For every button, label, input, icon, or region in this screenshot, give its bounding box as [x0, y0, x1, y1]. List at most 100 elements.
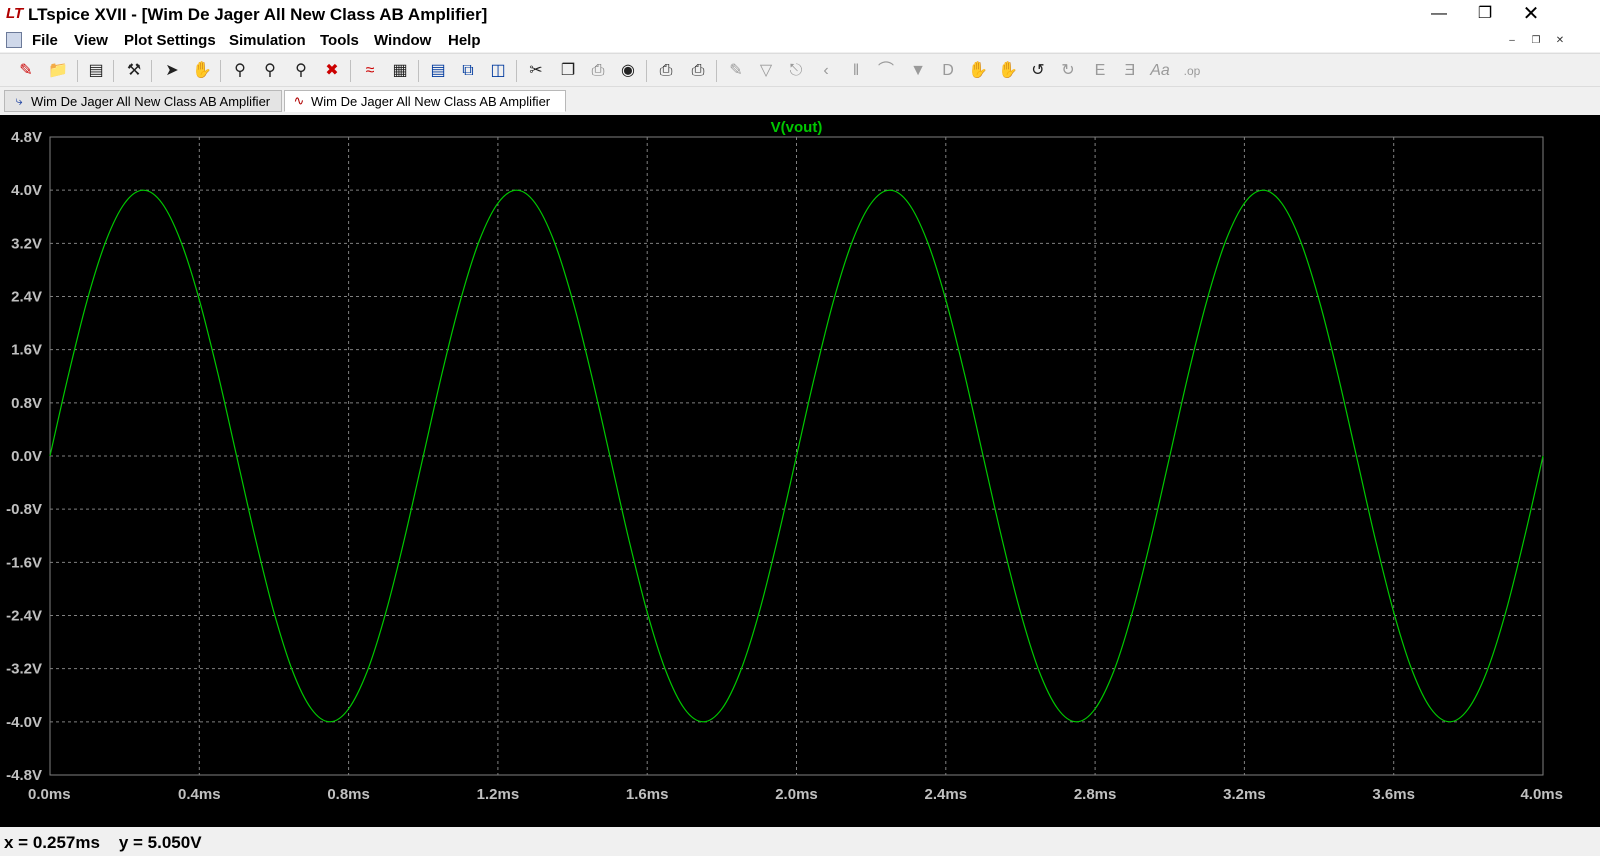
y-tick-label: -3.2V	[6, 661, 42, 678]
window-title: LTspice XVII - [Wim De Jager All New Cla…	[28, 5, 488, 24]
halt-icon[interactable]: ✋	[190, 59, 214, 83]
toolbar-separator	[646, 60, 647, 82]
x-tick-label: 0.0ms	[28, 786, 71, 803]
toolbar-separator	[77, 60, 78, 82]
mdi-restore-button[interactable]: ❐	[1526, 33, 1546, 49]
y-tick-label: 1.6V	[11, 342, 42, 359]
x-tick-label: 3.6ms	[1372, 786, 1415, 803]
menu-file[interactable]: File	[32, 32, 58, 50]
text-icon[interactable]: Aa	[1148, 59, 1172, 83]
x-tick-label: 2.0ms	[775, 786, 818, 803]
toolbar: ✎ 📁 ▤ ⚒ ➤ ✋ ⚲ ⚲ ⚲ ✖ ≈ ▦ ▤ ⧉ ◫ ✂ ❐ ⎙ ◉ ⎙ …	[0, 53, 1600, 87]
toolbar-separator	[418, 60, 419, 82]
toolbar-separator	[516, 60, 517, 82]
tile-horizontal-icon[interactable]: ▤	[426, 59, 450, 83]
title-bar: LT LTspice XVII - [Wim De Jager All New …	[0, 0, 1600, 30]
redo-icon[interactable]: ↻	[1056, 59, 1080, 83]
cut-icon[interactable]: ✂	[524, 59, 548, 83]
menu-view[interactable]: View	[74, 32, 108, 50]
label-icon[interactable]: ⎋	[784, 59, 808, 83]
mirror-icon[interactable]: Ǝ	[1118, 59, 1142, 83]
waveform-plot-pane[interactable]: 0.0ms 0.4ms 0.8ms 1.2ms 1.6ms 2.0ms 2.4ms 2.8ms…	[0, 115, 1600, 827]
waveform-chart[interactable]: 0.0ms 0.4ms 0.8ms 1.2ms 1.6ms 2.0ms 2.4ms 2.8ms…	[0, 115, 1600, 827]
y-tick-label: 4.0V	[11, 182, 42, 199]
tab-label: Wim De Jager All New Class AB Amplifier	[311, 94, 551, 109]
x-tick-label: 4.0ms	[1520, 786, 1563, 803]
resistor-icon[interactable]: ‹	[814, 59, 838, 83]
close-button[interactable]: ✕	[1508, 0, 1554, 30]
tab-schematic[interactable]: ⤷ Wim De Jager All New Class AB Amplifie…	[4, 90, 282, 112]
document-icon[interactable]	[6, 32, 22, 48]
toolbar-separator	[220, 60, 221, 82]
maximize-button[interactable]: ❐	[1462, 0, 1508, 30]
rotate-icon[interactable]: E	[1088, 59, 1112, 83]
spice-directive-icon[interactable]: .op	[1180, 59, 1204, 83]
new-schematic-icon[interactable]: ✎	[14, 59, 38, 83]
cascade-icon[interactable]: ⧉	[456, 59, 480, 83]
zoom-out-icon[interactable]: ⚲	[289, 59, 313, 83]
y-tick-label: 3.2V	[11, 235, 42, 252]
ground-icon[interactable]: ▽	[754, 59, 778, 83]
toolbar-separator	[716, 60, 717, 82]
menu-tools[interactable]: Tools	[320, 32, 359, 50]
grid-icon[interactable]: ▦	[388, 59, 412, 83]
zoom-area-icon[interactable]: ⚲	[228, 59, 252, 83]
y-tick-label: 0.8V	[11, 395, 42, 412]
paste-icon[interactable]: ⎙	[586, 59, 610, 83]
control-panel-icon[interactable]: ⚒	[122, 59, 146, 83]
diode-icon[interactable]: ▼	[906, 59, 930, 83]
y-tick-label: 2.4V	[11, 289, 42, 306]
menu-bar: File View Plot Settings Simulation Tools…	[0, 30, 1600, 52]
zoom-fit-icon[interactable]: ✖	[320, 59, 344, 83]
tab-waveform[interactable]: ∿ Wim De Jager All New Class AB Amplifie…	[284, 90, 566, 112]
document-tab-bar: ⤷ Wim De Jager All New Class AB Amplifie…	[0, 88, 1600, 114]
y-tick-label: -4.0V	[6, 714, 42, 731]
find-icon[interactable]: ◉	[616, 59, 640, 83]
mdi-close-button[interactable]: ✕	[1550, 33, 1570, 49]
open-folder-icon[interactable]: 📁	[46, 59, 70, 83]
autorange-icon[interactable]: ≈	[358, 59, 382, 83]
menu-simulation[interactable]: Simulation	[229, 32, 306, 50]
mdi-minimize-button[interactable]: –	[1502, 33, 1522, 49]
drag-icon[interactable]: ✋	[996, 59, 1020, 83]
y-tick-label: 0.0V	[11, 448, 42, 465]
x-tick-label: 3.2ms	[1223, 786, 1266, 803]
x-tick-label: 0.4ms	[178, 786, 221, 803]
undo-icon[interactable]: ↺	[1026, 59, 1050, 83]
cursor-readout: x = 0.257ms y = 5.050V	[4, 833, 202, 852]
schematic-icon: ⤷	[15, 93, 23, 108]
menu-window[interactable]: Window	[374, 32, 431, 50]
toolbar-separator	[151, 60, 152, 82]
move-icon[interactable]: ✋	[966, 59, 990, 83]
toolbar-separator	[350, 60, 351, 82]
component-icon[interactable]: D	[936, 59, 960, 83]
zoom-in-icon[interactable]: ⚲	[258, 59, 282, 83]
minimize-button[interactable]: —	[1416, 0, 1462, 30]
capacitor-icon[interactable]: ‖	[844, 59, 868, 83]
wire-icon[interactable]: ✎	[724, 59, 748, 83]
tab-label: Wim De Jager All New Class AB Amplifier	[31, 94, 271, 109]
copy-icon[interactable]: ❐	[556, 59, 580, 83]
menu-plot-settings[interactable]: Plot Settings	[124, 32, 216, 50]
x-tick-label: 0.8ms	[327, 786, 370, 803]
waveform-icon: ∿	[293, 93, 305, 108]
save-icon[interactable]: ▤	[84, 59, 108, 83]
y-tick-label: -1.6V	[6, 554, 42, 571]
inductor-icon[interactable]: ⌒	[874, 59, 898, 83]
x-tick-label: 2.4ms	[925, 786, 968, 803]
y-tick-label: 4.8V	[11, 129, 42, 146]
print-setup-icon[interactable]: ⎙	[686, 59, 710, 83]
x-tick-label: 2.8ms	[1074, 786, 1117, 803]
print-icon[interactable]: ⎙	[654, 59, 678, 83]
tile-vertical-icon[interactable]: ◫	[486, 59, 510, 83]
trace-title: V(vout)	[771, 119, 823, 136]
x-tick-label: 1.2ms	[477, 786, 520, 803]
y-tick-label: -0.8V	[6, 501, 42, 518]
y-tick-label: -4.8V	[6, 767, 42, 784]
x-tick-label: 1.6ms	[626, 786, 669, 803]
toolbar-separator	[113, 60, 114, 82]
ltspice-logo-icon: LT	[6, 5, 24, 22]
run-icon[interactable]: ➤	[160, 59, 184, 83]
menu-help[interactable]: Help	[448, 32, 481, 50]
status-bar: x = 0.257ms y = 5.050V	[0, 828, 1600, 856]
